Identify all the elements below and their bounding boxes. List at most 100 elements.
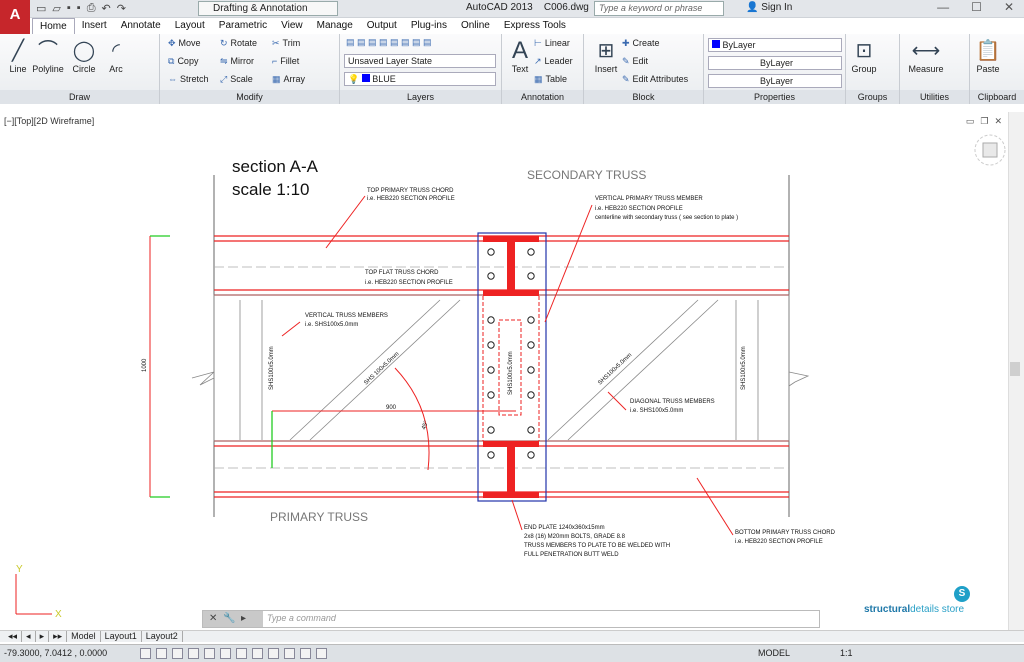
circle-button[interactable]: ◯ Circle [66, 38, 102, 74]
text-button[interactable]: A Text [502, 38, 538, 75]
bulb-icon: 💡 [348, 74, 360, 84]
save-icon[interactable]: ▪ [67, 2, 71, 15]
layers-panel-title[interactable]: Layers [340, 90, 501, 104]
color-dropdown[interactable]: ByLayer [708, 38, 842, 52]
lineweight-dropdown[interactable]: ByLayer [708, 74, 842, 88]
lwt-toggle-icon[interactable] [268, 648, 279, 659]
viewport-close-icon[interactable]: ✕ [994, 116, 1002, 127]
linetype-dropdown[interactable]: ByLayer [708, 56, 842, 70]
drawing-viewport[interactable]: section A-A scale 1:10 SECONDARY TRUSS P… [0, 112, 1008, 632]
model-space-toggle[interactable]: MODEL [758, 648, 790, 658]
stretch-button[interactable]: ⇔ Stretch [168, 74, 209, 84]
leader-button[interactable]: ↗ Leader [534, 56, 573, 67]
create-block-button[interactable]: ✚ Create [622, 38, 660, 49]
annotation-scale[interactable]: 1:1 [840, 648, 853, 658]
tab-layout[interactable]: Layout [168, 18, 212, 34]
draw-panel-title[interactable]: Draw [0, 90, 159, 104]
sc-toggle-icon[interactable] [316, 648, 327, 659]
tpy-toggle-icon[interactable] [284, 648, 295, 659]
close-command-icon[interactable]: ✕ [209, 613, 217, 624]
layout-nav-icon[interactable]: ◂ [22, 631, 36, 642]
redo-icon[interactable]: ↷ [117, 2, 126, 15]
rotate-button[interactable]: ↻ Rotate [220, 38, 257, 49]
linear-button[interactable]: ⊢ Linear [534, 38, 570, 49]
osnap-toggle-icon[interactable] [204, 648, 215, 659]
minimize-icon[interactable]: — [937, 0, 949, 14]
recent-commands-icon[interactable]: ▸ [241, 613, 246, 624]
tab-insert[interactable]: Insert [75, 18, 114, 34]
scale-button[interactable]: ⤢ Scale [220, 74, 253, 85]
fillet-button[interactable]: ⌐ Fillet [272, 56, 299, 66]
drafting-toggles [140, 648, 327, 659]
current-layer-dropdown[interactable]: 💡 BLUE [344, 72, 496, 86]
properties-panel-title[interactable]: Properties [704, 90, 845, 104]
clipboard-panel-title[interactable]: Clipboard [970, 90, 1024, 104]
insert-button[interactable]: ⊞ Insert [588, 38, 624, 74]
maximize-icon[interactable]: ☐ [971, 0, 982, 14]
copy-button[interactable]: ⧉ Copy [168, 56, 198, 67]
layout-tab-layout1[interactable]: Layout1 [101, 631, 142, 642]
trim-button[interactable]: ✂ Trim [272, 38, 300, 49]
tab-parametric[interactable]: Parametric [212, 18, 274, 34]
viewport-restore-icon[interactable]: ❐ [980, 116, 988, 127]
workspace-dropdown[interactable]: Drafting & Annotation [198, 1, 338, 16]
groups-panel-title[interactable]: Groups [846, 90, 899, 104]
tab-home[interactable]: Home [32, 18, 75, 34]
layer-tools-icon[interactable]: ▤ ▤ ▤ ▤ ▤ ▤ ▤ ▤ [346, 37, 432, 48]
mirror-button[interactable]: ⇋ Mirror [220, 56, 254, 67]
scrollbar-thumb[interactable] [1010, 362, 1020, 376]
customize-icon[interactable]: 🔧 [223, 613, 235, 624]
otrack-toggle-icon[interactable] [220, 648, 231, 659]
note-vert-truss-1: VERTICAL TRUSS MEMBERS [305, 313, 388, 319]
saveas-icon[interactable]: ▪ [77, 2, 81, 15]
arc-button[interactable]: ◜ Arc [98, 38, 134, 74]
scale-title: scale 1:10 [232, 180, 310, 199]
search-input[interactable]: Type a keyword or phrase [594, 1, 724, 16]
polar-toggle-icon[interactable] [188, 648, 199, 659]
layout-nav-icon[interactable]: ▸▸ [49, 631, 68, 642]
move-button[interactable]: ✥ Move [168, 38, 201, 49]
open-icon[interactable]: ▱ [52, 2, 60, 15]
ortho-toggle-icon[interactable] [172, 648, 183, 659]
plot-icon[interactable]: ⎙ [87, 2, 96, 15]
tab-annotate[interactable]: Annotate [114, 18, 168, 34]
viewport-minimize-icon[interactable]: ▭ [966, 116, 975, 127]
tab-plug-ins[interactable]: Plug-ins [404, 18, 454, 34]
modify-panel-title[interactable]: Modify [160, 90, 339, 104]
command-line[interactable]: ✕ 🔧 ▸ Type a command [202, 610, 820, 628]
tab-manage[interactable]: Manage [310, 18, 360, 34]
undo-icon[interactable]: ↶ [102, 2, 111, 15]
snap-toggle-icon[interactable] [140, 648, 151, 659]
polyline-button[interactable]: ⌒ Polyline [30, 38, 66, 74]
dyn-toggle-icon[interactable] [252, 648, 263, 659]
group-button[interactable]: ⊡ Group [846, 38, 882, 74]
layout-nav-icon[interactable]: ▸ [36, 631, 50, 642]
layout-tab-model[interactable]: Model [67, 631, 101, 642]
sign-in-button[interactable]: 👤 Sign In [746, 2, 792, 13]
measure-button[interactable]: ⟷ Measure [904, 38, 948, 74]
paste-button[interactable]: 📋 Paste [970, 38, 1006, 74]
tab-online[interactable]: Online [454, 18, 497, 34]
new-icon[interactable]: ▭ [36, 2, 46, 15]
ducs-toggle-icon[interactable] [236, 648, 247, 659]
layout-tab-layout2[interactable]: Layout2 [142, 631, 183, 642]
layer-state-dropdown[interactable]: Unsaved Layer State [344, 54, 496, 68]
application-menu-button[interactable]: A [0, 0, 30, 34]
edit-block-button[interactable]: ✎ Edit [622, 56, 648, 67]
array-button[interactable]: ▦ Array [272, 74, 305, 85]
qp-toggle-icon[interactable] [300, 648, 311, 659]
block-panel-title[interactable]: Block [584, 90, 703, 104]
tab-view[interactable]: View [274, 18, 310, 34]
viewcube[interactable] [972, 132, 1008, 168]
layout-nav-icon[interactable]: ◂◂ [4, 631, 23, 642]
grid-toggle-icon[interactable] [156, 648, 167, 659]
close-icon[interactable]: ✕ [1004, 0, 1014, 14]
table-button[interactable]: ▦ Table [534, 74, 567, 85]
tab-express-tools[interactable]: Express Tools [497, 18, 573, 34]
annotation-panel-title[interactable]: Annotation [502, 90, 583, 104]
viewport-controls-label[interactable]: [−][Top][2D Wireframe] [4, 116, 94, 126]
edit-attributes-button[interactable]: ✎ Edit Attributes [622, 74, 688, 85]
utilities-panel-title[interactable]: Utilities [900, 90, 969, 104]
tab-output[interactable]: Output [360, 18, 404, 34]
command-input[interactable]: Type a command [267, 613, 336, 623]
